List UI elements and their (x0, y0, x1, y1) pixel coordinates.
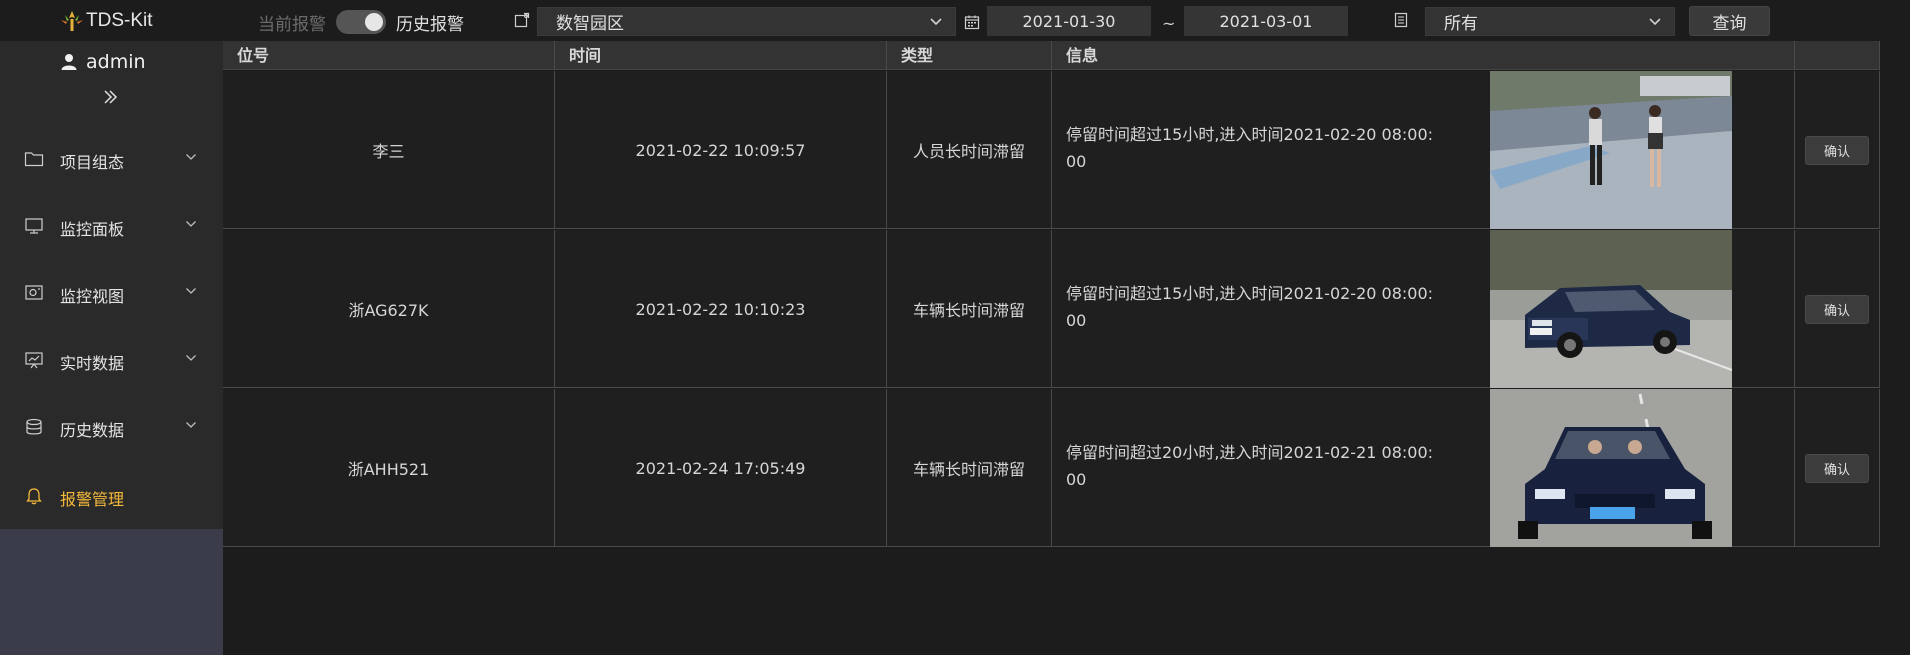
alarm-table: 位号 时间 类型 信息 李三 2021-02-22 10:09:57 人员长时间… (223, 41, 1880, 547)
table-row: 浙AHH521 2021-02-24 17:05:49 车辆长时间滞留 停留时间… (223, 389, 1880, 547)
sidebar-item-project-config[interactable]: 项目组态 (0, 139, 223, 179)
sidebar-item-label: 监控面板 (60, 220, 125, 239)
column-header-type: 类型 (887, 41, 1052, 70)
sidebar-menu: admin 项目组态 监控面板 监控视图 实时数据 历史数据 报警管理 (0, 41, 223, 529)
chevron-down-icon (186, 422, 196, 428)
database-icon (26, 418, 42, 435)
table-row: 浙AG627K 2021-02-22 10:10:23 车辆长时间滞留 停留时间… (223, 230, 1880, 388)
alarm-mode-switch: 当前报警 历史报警 (258, 8, 464, 36)
date-end-input[interactable]: 2021-03-01 (1184, 6, 1348, 36)
logo-icon (61, 11, 83, 31)
app-title: TDS-Kit (86, 10, 153, 31)
sidebar-item-label: 项目组态 (60, 153, 125, 172)
column-header-info: 信息 (1052, 41, 1795, 70)
cell-tag: 李三 (223, 71, 555, 229)
query-button[interactable]: 查询 (1689, 6, 1770, 36)
folder-icon (24, 152, 44, 167)
cell-action: 确认 (1795, 71, 1880, 229)
column-header-action (1795, 41, 1880, 70)
user-info[interactable]: admin (60, 51, 146, 73)
double-chevron-right-icon[interactable] (102, 89, 118, 105)
history-alarm-label[interactable]: 历史报警 (396, 10, 464, 35)
cell-info: 停留时间超过15小时,进入时间2021-02-20 08:00:00 (1052, 230, 1795, 388)
sidebar-item-label: 历史数据 (60, 421, 125, 440)
sidebar-item-monitor-panel[interactable]: 监控面板 (0, 206, 223, 246)
cell-info: 停留时间超过20小时,进入时间2021-02-21 08:00:00 (1052, 389, 1795, 547)
suv-photo[interactable] (1490, 230, 1732, 388)
cell-type: 车辆长时间滞留 (887, 230, 1052, 388)
cell-time: 2021-02-24 17:05:49 (555, 389, 887, 547)
info-text: 停留时间超过15小时,进入时间2021-02-20 08:00:00 (1066, 125, 1434, 171)
cell-tag: 浙AG627K (223, 230, 555, 388)
sidebar-item-label: 监控视图 (60, 287, 125, 306)
bell-icon (26, 488, 42, 505)
chevron-down-icon (186, 355, 196, 361)
top-bar: TDS-Kit 当前报警 历史报警 数智园区 2021-01-30 ~ 2021… (0, 0, 1910, 41)
table-header: 位号 时间 类型 信息 (223, 41, 1880, 70)
sidebar-item-label: 实时数据 (60, 354, 125, 373)
car-front-photo[interactable] (1490, 389, 1732, 547)
camera-view-icon (25, 285, 43, 300)
cell-time: 2021-02-22 10:10:23 (555, 230, 887, 388)
area-icon (514, 12, 530, 28)
cell-info: 停留时间超过15小时,进入时间2021-02-20 08:00:00 (1052, 71, 1795, 229)
date-start-input[interactable]: 2021-01-30 (987, 6, 1151, 36)
area-select[interactable]: 数智园区 (537, 7, 956, 36)
user-name: admin (86, 51, 146, 73)
current-alarm-label[interactable]: 当前报警 (258, 10, 326, 35)
user-icon (61, 54, 77, 70)
sidebar-item-monitor-view[interactable]: 监控视图 (0, 273, 223, 313)
sidebar: admin 项目组态 监控面板 监控视图 实时数据 历史数据 报警管理 (0, 41, 223, 655)
alarm-mode-toggle[interactable] (336, 10, 386, 34)
monitor-icon (25, 218, 43, 234)
cell-tag: 浙AHH521 (223, 389, 555, 547)
sidebar-item-label: 报警管理 (60, 490, 125, 509)
confirm-button[interactable]: 确认 (1805, 294, 1869, 324)
list-icon (1393, 12, 1409, 28)
type-select[interactable]: 所有 (1425, 7, 1675, 36)
app-logo: TDS-Kit (58, 6, 153, 36)
info-text: 停留时间超过15小时,进入时间2021-02-20 08:00:00 (1066, 284, 1434, 330)
cell-type: 车辆长时间滞留 (887, 389, 1052, 547)
info-text: 停留时间超过20小时,进入时间2021-02-21 08:00:00 (1066, 443, 1434, 489)
cell-time: 2021-02-22 10:09:57 (555, 71, 887, 229)
table-row: 李三 2021-02-22 10:09:57 人员长时间滞留 停留时间超过15小… (223, 71, 1880, 229)
presentation-chart-icon (25, 352, 43, 369)
cell-action: 确认 (1795, 389, 1880, 547)
confirm-button[interactable]: 确认 (1805, 135, 1869, 165)
chevron-down-icon (930, 18, 942, 26)
cell-type: 人员长时间滞留 (887, 71, 1052, 229)
cell-action: 确认 (1795, 230, 1880, 388)
sidebar-item-history-data[interactable]: 历史数据 (0, 407, 223, 447)
calendar-icon (964, 14, 980, 30)
column-header-time: 时间 (555, 41, 887, 70)
toggle-knob (365, 13, 383, 31)
chevron-down-icon (1649, 18, 1661, 26)
area-select-value: 数智园区 (556, 14, 624, 34)
type-select-value: 所有 (1444, 14, 1478, 34)
pedestrians-photo[interactable] (1490, 71, 1732, 229)
date-separator: ~ (1162, 14, 1176, 33)
column-header-tag: 位号 (223, 41, 555, 70)
chevron-down-icon (186, 288, 196, 294)
confirm-button[interactable]: 确认 (1805, 453, 1869, 483)
chevron-down-icon (186, 154, 196, 160)
sidebar-item-realtime-data[interactable]: 实时数据 (0, 340, 223, 380)
sidebar-item-alarm-management[interactable]: 报警管理 (0, 476, 223, 516)
chevron-down-icon (186, 221, 196, 227)
